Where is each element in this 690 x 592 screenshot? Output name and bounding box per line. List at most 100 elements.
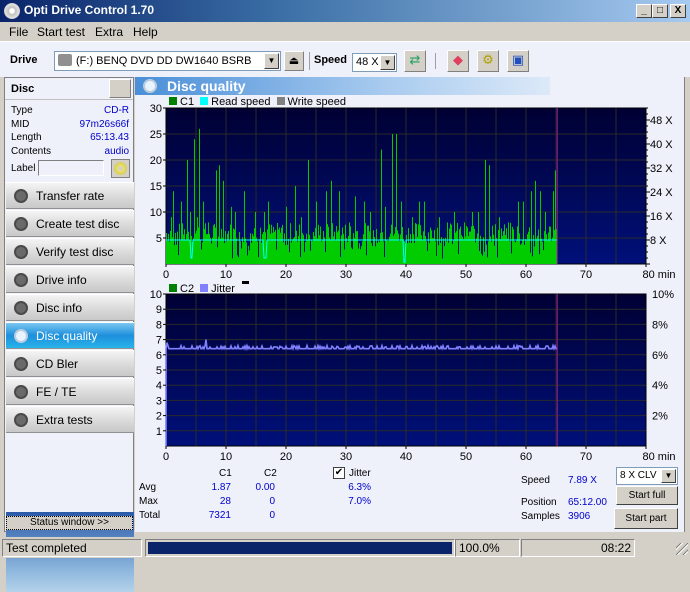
- speed-select-value: 48 X: [356, 56, 379, 68]
- nav-create-test-disc[interactable]: Create test disc: [6, 210, 134, 237]
- disc-header-button[interactable]: [109, 79, 131, 98]
- x-tick-label: 20: [280, 269, 292, 281]
- c1-bar: [238, 257, 239, 264]
- c1-bar: [325, 252, 326, 264]
- c1-bar: [370, 212, 371, 264]
- position-label: Position: [521, 497, 557, 508]
- x-tick-label: 0: [163, 269, 169, 281]
- c1-bar: [364, 201, 365, 264]
- c1-bar: [535, 180, 536, 264]
- c1-bar: [337, 232, 338, 264]
- c1-bar: [315, 227, 316, 264]
- c1-bar: [488, 241, 489, 264]
- avg-c2: 0.00: [255, 482, 275, 493]
- c1-bar: [209, 233, 210, 264]
- position-value: 65:12.00: [568, 497, 607, 508]
- c1-bar: [362, 241, 363, 264]
- close-button[interactable]: X: [670, 4, 686, 18]
- nav-disc-info[interactable]: Disc info: [6, 294, 134, 321]
- c1-bar: [511, 253, 512, 264]
- samples-value: 3906: [568, 511, 591, 522]
- drive-icon: [58, 54, 72, 66]
- max-label: Max: [139, 496, 158, 507]
- c1-bar: [289, 252, 290, 264]
- nav-cd-bler[interactable]: CD Bler: [6, 350, 134, 377]
- start-part-button[interactable]: Start part: [614, 508, 678, 529]
- c1-bar: [409, 242, 410, 264]
- c1-bar: [548, 232, 549, 264]
- c1-bar: [169, 241, 170, 264]
- c1-bar: [352, 249, 353, 264]
- c1-bar: [347, 242, 348, 264]
- test-speed-select[interactable]: 8 X CLV ▼: [616, 467, 678, 485]
- c1-bar: [482, 255, 483, 264]
- c1-bar: [283, 242, 284, 264]
- nav-transfer-rate[interactable]: Transfer rate: [6, 182, 134, 209]
- speed-select[interactable]: 48 X ▼: [352, 53, 397, 72]
- y-tick-label: 1: [156, 426, 162, 438]
- cd-icon: [114, 162, 127, 175]
- c1-bar: [334, 231, 335, 264]
- c1-bar: [360, 249, 361, 264]
- section-header: Disc quality: [135, 77, 550, 95]
- c1-bar: [388, 241, 389, 264]
- nav-fe-te[interactable]: FE / TE: [6, 378, 134, 405]
- save-button[interactable]: ▣: [507, 50, 529, 72]
- menu-extra[interactable]: Extra: [95, 25, 123, 39]
- disc-icon: [14, 301, 28, 315]
- max-c1: 28: [219, 496, 231, 507]
- erase-icon: ◆: [453, 53, 463, 68]
- disc-contents-value: audio: [104, 146, 129, 157]
- disc-label-button[interactable]: [111, 159, 130, 178]
- y-tick-label: 15: [150, 181, 162, 193]
- c1-bar: [413, 234, 414, 264]
- c1-bar: [450, 223, 451, 264]
- c1-bar: [279, 227, 280, 264]
- c1-bar: [369, 231, 370, 264]
- c1-bar: [311, 240, 312, 264]
- c1-bar: [490, 236, 491, 264]
- c1-bar: [399, 240, 400, 264]
- y-tick-label: 3: [156, 395, 162, 407]
- c1-bar: [470, 231, 471, 264]
- toolbar: Drive (F:) BENQ DVD DD DW1640 BSRB ▼ ⏏ S…: [0, 41, 690, 77]
- refresh-button[interactable]: ⇄: [404, 50, 426, 72]
- start-full-button[interactable]: Start full: [616, 486, 678, 505]
- c1-bar: [267, 229, 268, 264]
- nav-label: Drive info: [36, 273, 87, 287]
- resize-grip[interactable]: [676, 543, 688, 555]
- jitter-checkbox[interactable]: ✔: [333, 467, 345, 479]
- settings-button[interactable]: ⚙: [477, 50, 499, 72]
- c1-bar: [223, 180, 224, 264]
- c1-bar: [456, 231, 457, 264]
- nav-extra-tests[interactable]: Extra tests: [6, 406, 134, 433]
- c1-bar: [321, 241, 322, 264]
- nav-disc-quality[interactable]: Disc quality: [6, 322, 134, 349]
- menu-help[interactable]: Help: [133, 25, 158, 39]
- drive-select[interactable]: (F:) BENQ DVD DD DW1640 BSRB ▼: [54, 51, 281, 71]
- menu-start-test[interactable]: Start test: [37, 25, 85, 39]
- status-window-button[interactable]: Status window >>: [6, 516, 133, 530]
- c1-bar: [432, 238, 433, 264]
- c1-bar: [353, 233, 354, 264]
- c1-bar: [509, 241, 510, 264]
- c1-bar: [503, 231, 504, 264]
- c1-bar: [496, 238, 497, 264]
- disc-length-label: Length: [11, 132, 42, 143]
- c1-bar: [305, 241, 306, 264]
- nav-label: Transfer rate: [36, 189, 105, 203]
- x-tick-label: 10: [220, 269, 232, 281]
- disc-type-row: Type CD-R: [11, 105, 129, 119]
- disc-label-input[interactable]: [38, 160, 104, 176]
- menu-file[interactable]: File: [9, 25, 28, 39]
- elapsed-time: 08:22: [521, 539, 635, 557]
- eject-button[interactable]: ⏏: [284, 51, 304, 71]
- c1-bar: [243, 241, 244, 264]
- erase-button[interactable]: ◆: [447, 50, 469, 72]
- x-tick-label: 10: [220, 451, 232, 462]
- c1-bar: [484, 251, 485, 264]
- nav-verify-test-disc[interactable]: Verify test disc: [6, 238, 134, 265]
- maximize-button[interactable]: □: [652, 4, 668, 18]
- minimize-button[interactable]: _: [636, 4, 652, 18]
- nav-drive-info[interactable]: Drive info: [6, 266, 134, 293]
